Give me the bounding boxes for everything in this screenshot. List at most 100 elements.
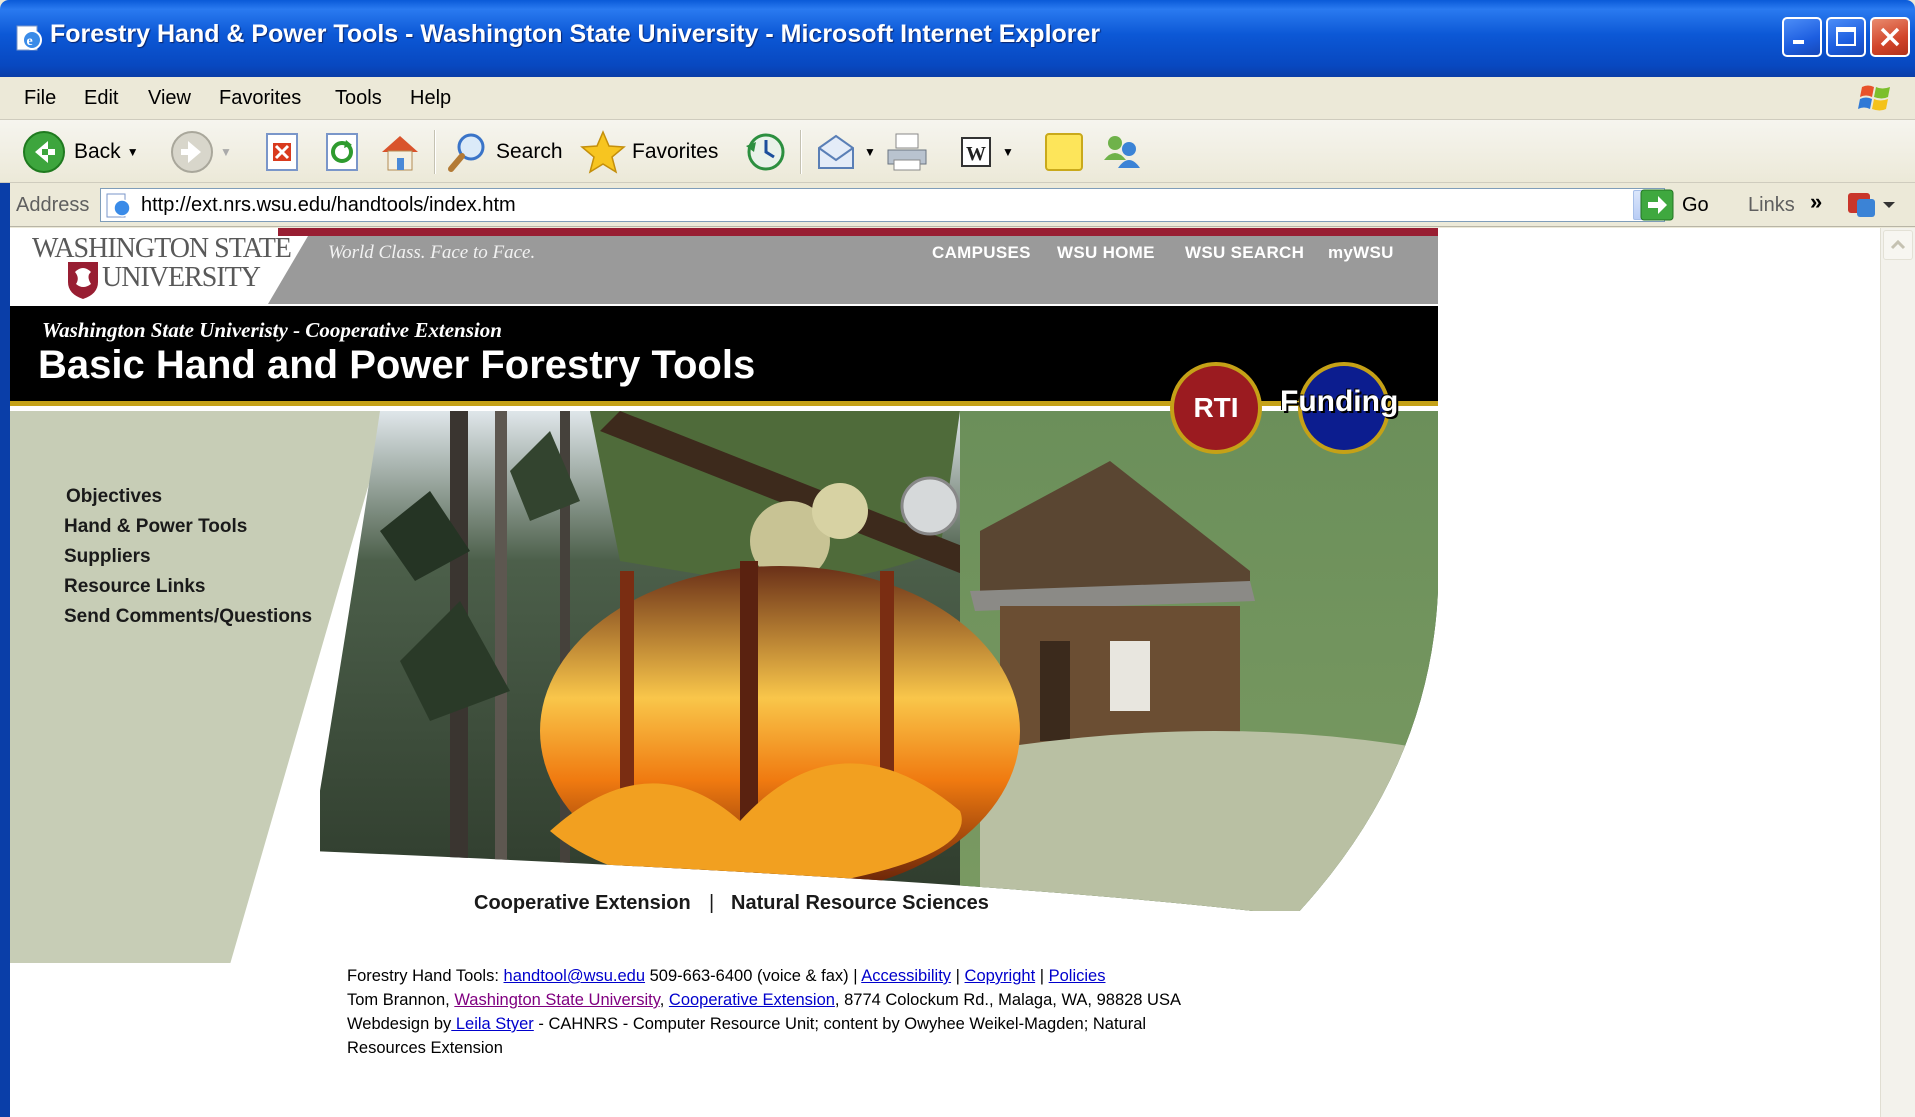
favorites-button[interactable]: Favorites: [580, 129, 718, 175]
address-input[interactable]: http://ext.nrs.wsu.edu/handtools/index.h…: [100, 188, 1665, 222]
menu-edit[interactable]: Edit: [84, 87, 118, 110]
links-label[interactable]: Links: [1748, 194, 1795, 217]
footer-address: , 8774 Colockum Rd., Malaga, WA, 98828 U…: [834, 991, 1181, 1009]
menu-bar: File Edit View Favorites Tools Help: [0, 77, 1915, 120]
history-button[interactable]: [742, 129, 786, 175]
forward-arrow-icon: [171, 131, 213, 173]
page-title: Basic Hand and Power Forestry Tools: [38, 343, 756, 387]
standard-toolbar: Back ▼ ▼ Search Favorites ▼ W ▼: [0, 120, 1915, 183]
footer-line-3: Webdesign by Leila Styer - CAHNRS - Comp…: [347, 1012, 1181, 1036]
email-link[interactable]: handtool@wsu.edu: [504, 967, 646, 985]
copyright-link[interactable]: Copyright: [965, 967, 1036, 985]
menu-help[interactable]: Help: [410, 87, 451, 110]
natural-resource-sciences-link[interactable]: Natural Resource Sciences: [731, 892, 989, 915]
minimize-icon: [1793, 40, 1804, 44]
back-button[interactable]: Back ▼: [22, 129, 139, 175]
footer-credits: - CAHNRS - Computer Resource Unit; conte…: [533, 1015, 1147, 1033]
wsu-cougar-shield-icon[interactable]: [66, 260, 100, 300]
favorites-label: Favorites: [632, 140, 719, 163]
address-url: http://ext.nrs.wsu.edu/handtools/index.h…: [141, 194, 516, 216]
wsu-logo-line2[interactable]: UNIVERSITY: [102, 262, 261, 294]
menu-favorites[interactable]: Favorites: [219, 87, 301, 110]
window-frame-left: [0, 183, 10, 1117]
scroll-up-button[interactable]: [1883, 230, 1913, 260]
menu-file[interactable]: File: [24, 87, 56, 110]
scroll-up-arrow-icon: [1890, 239, 1906, 250]
links-chevron-icon[interactable]: »: [1810, 189, 1822, 215]
svg-text:W: W: [966, 143, 986, 165]
cooperative-extension-footer-link[interactable]: Cooperative Extension: [669, 991, 835, 1009]
menu-tools[interactable]: Tools: [335, 87, 382, 110]
accessibility-link[interactable]: Accessibility: [861, 967, 951, 985]
footer-line-4: Resources Extension: [347, 1039, 503, 1057]
nav-wsu-search[interactable]: WSU SEARCH: [1185, 243, 1304, 263]
vertical-scrollbar[interactable]: [1880, 228, 1915, 1117]
units-separator: |: [709, 892, 715, 914]
funding-label[interactable]: Funding: [1280, 385, 1398, 419]
maximize-button[interactable]: [1826, 17, 1866, 57]
close-icon: [1880, 27, 1900, 47]
nav-wsu-home[interactable]: WSU HOME: [1057, 243, 1155, 263]
footer-line-2: Tom Brannon, Washington State University…: [347, 988, 1181, 1012]
footer-separator: |: [1035, 967, 1049, 985]
word-edit-icon: W: [961, 137, 991, 167]
cooperative-extension-link[interactable]: Cooperative Extension: [474, 892, 691, 915]
go-button[interactable]: Go: [1640, 188, 1709, 222]
messenger-button[interactable]: [1100, 129, 1144, 175]
footer-line-1: Forestry Hand Tools: handtool@wsu.edu 50…: [347, 964, 1181, 988]
home-icon: [382, 136, 418, 171]
back-label: Back: [74, 140, 121, 163]
search-icon: [448, 133, 485, 172]
nav-resource-links[interactable]: Resource Links: [64, 576, 206, 598]
discuss-button[interactable]: [1042, 129, 1086, 175]
refresh-button[interactable]: [322, 129, 362, 175]
rti-button[interactable]: RTI: [1170, 362, 1262, 454]
nav-campuses[interactable]: CAMPUSES: [932, 243, 1031, 263]
search-button[interactable]: Search: [446, 129, 563, 175]
messenger-icon: [1104, 136, 1140, 168]
address-label: Address: [16, 194, 90, 216]
nav-suppliers[interactable]: Suppliers: [64, 546, 151, 568]
mail-dropdown-icon[interactable]: ▼: [864, 145, 876, 159]
go-arrow-icon: [1640, 189, 1674, 221]
title-bar: e Forestry Hand & Power Tools - Washingt…: [0, 0, 1915, 77]
svg-text:e: e: [27, 34, 33, 49]
stop-button[interactable]: [262, 129, 302, 175]
edit-dropdown-icon[interactable]: ▼: [1002, 145, 1014, 159]
go-label: Go: [1682, 193, 1709, 216]
favorites-star-icon: [580, 130, 626, 174]
designer-link[interactable]: Leila Styer: [451, 1015, 534, 1033]
page-viewport: WASHINGTON STATE UNIVERSITY World Class.…: [10, 228, 1880, 1117]
forward-dropdown-icon[interactable]: ▼: [220, 145, 232, 159]
close-button[interactable]: [1870, 17, 1910, 57]
edit-word-button[interactable]: W ▼: [956, 129, 1014, 175]
toolbar-separator: [434, 130, 436, 174]
footer-contact-name: Tom Brannon,: [347, 991, 455, 1009]
ie-page-icon: e: [16, 25, 42, 51]
translate-icon[interactable]: [1845, 190, 1895, 220]
back-dropdown-icon[interactable]: ▼: [127, 145, 139, 159]
policies-link[interactable]: Policies: [1049, 967, 1106, 985]
footer-phone: 509-663-6400 (voice & fax) |: [645, 967, 862, 985]
nav-mywsu[interactable]: myWSU: [1328, 243, 1394, 263]
printer-icon: [887, 133, 927, 171]
banner-subtitle: Washington State Univeristy - Cooperativ…: [42, 318, 502, 342]
nav-objectives[interactable]: Objectives: [66, 486, 162, 508]
history-icon: [746, 133, 785, 171]
menu-view[interactable]: View: [148, 87, 191, 110]
footer-contact-label: Forestry Hand Tools:: [347, 967, 504, 985]
print-button[interactable]: [884, 129, 930, 175]
footer-comma: ,: [659, 991, 669, 1009]
minimize-button[interactable]: [1782, 17, 1822, 57]
forward-button[interactable]: ▼: [170, 129, 232, 175]
forestry-photo-collage: [320, 411, 1438, 911]
mail-button[interactable]: ▼: [814, 129, 876, 175]
ie-page-icon: [106, 193, 131, 218]
wsu-link[interactable]: Washington State University: [454, 991, 659, 1009]
nav-send-comments[interactable]: Send Comments/Questions: [64, 606, 312, 628]
search-label: Search: [496, 140, 563, 163]
nav-hand-power-tools[interactable]: Hand & Power Tools: [64, 516, 247, 538]
toolbar-separator: [800, 130, 802, 174]
page-footer: Forestry Hand Tools: handtool@wsu.edu 50…: [347, 964, 1181, 1060]
home-button[interactable]: [378, 129, 422, 175]
